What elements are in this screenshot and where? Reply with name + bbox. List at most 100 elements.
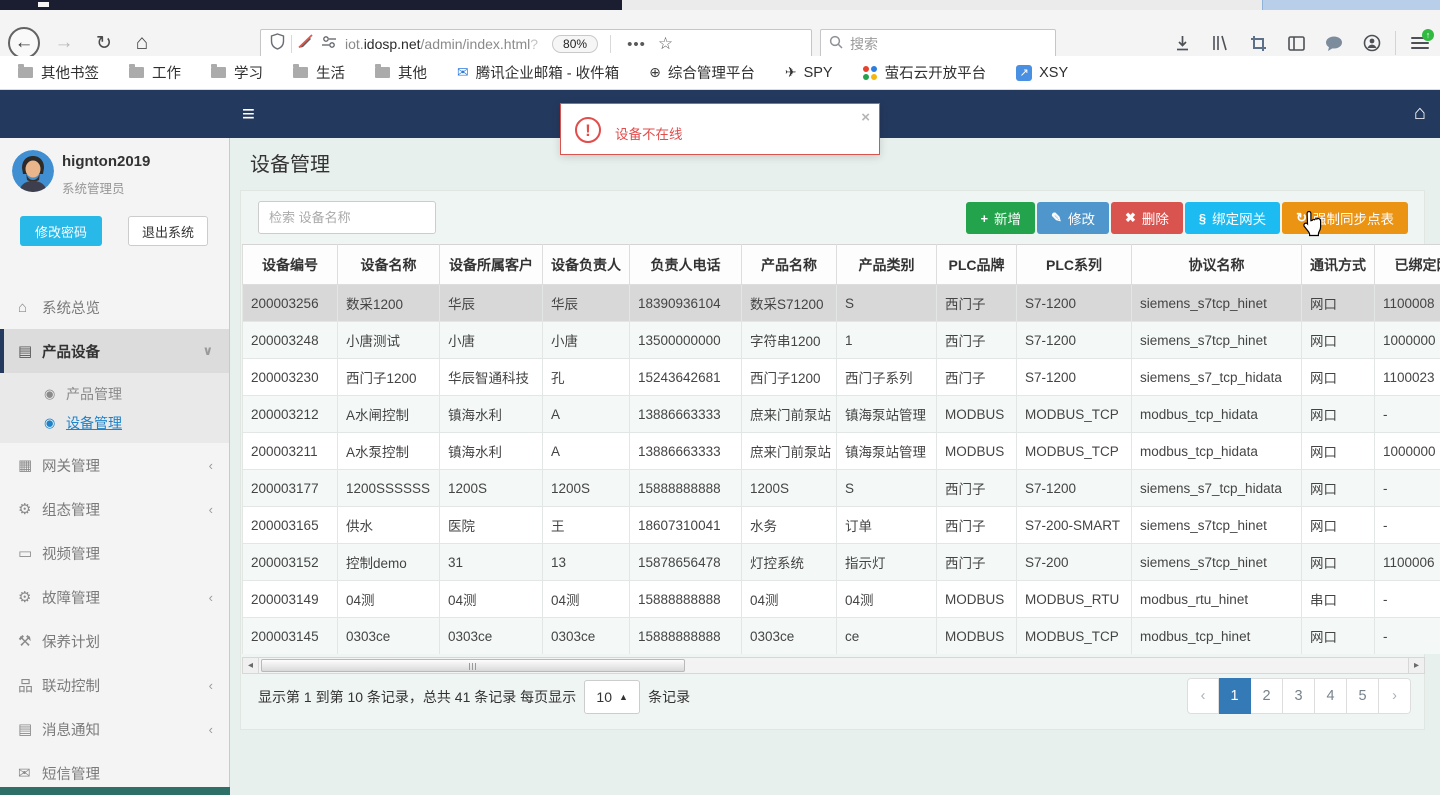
column-header[interactable]: 设备名称 xyxy=(337,244,440,285)
reload-button[interactable]: ↻ xyxy=(88,27,120,59)
bookmark-xsy[interactable]: ↗ XSY xyxy=(1008,60,1076,86)
column-header[interactable]: PLC品牌 xyxy=(936,244,1017,285)
bookmark-spy[interactable]: ✈ SPY xyxy=(777,60,841,86)
pagination-page-2[interactable]: 2 xyxy=(1251,678,1283,714)
search-bar[interactable]: 搜索 xyxy=(820,29,1056,59)
scrollbar-thumb[interactable] xyxy=(261,659,685,672)
column-header[interactable]: PLC系列 xyxy=(1016,244,1132,285)
sidebar-subitem-product-management[interactable]: ◉ 产品管理 xyxy=(0,379,229,408)
column-header[interactable]: 协议名称 xyxy=(1131,244,1302,285)
delete-button[interactable]: ✖ 删除 xyxy=(1110,202,1183,234)
sidebar-item-system-overview[interactable]: ⌂ 系统总览 xyxy=(0,285,229,329)
table-row[interactable]: 200003165 供水 医院王 18607310041 水务 订单 西门子 S7-200-S… xyxy=(242,506,1440,544)
sidebar-item-product-device[interactable]: ▤ 产品设备 ∨ xyxy=(0,329,229,373)
page-actions-icon[interactable]: ••• xyxy=(627,36,646,53)
column-header[interactable]: 设备所属客户 xyxy=(439,244,543,285)
sidebar-collapse-icon[interactable]: ≡ xyxy=(242,101,255,127)
sidebar-bottom-strip xyxy=(0,787,230,795)
downloads-icon[interactable] xyxy=(1163,28,1201,58)
bookmark-star-icon[interactable]: ☆ xyxy=(658,34,673,54)
active-tab[interactable] xyxy=(0,0,622,10)
sidebar-item-linkage-control[interactable]: 品联动控制 ‹ xyxy=(0,663,229,707)
pagination-page-3[interactable]: 3 xyxy=(1283,678,1315,714)
table-cell: 小唐测试 xyxy=(337,321,440,359)
scroll-right-arrow[interactable]: ▸ xyxy=(1408,658,1424,673)
device-search-input[interactable] xyxy=(258,201,436,234)
table-cell: 字符串1200 xyxy=(741,321,837,359)
column-header[interactable]: 通讯方式 xyxy=(1301,244,1375,285)
sidebar-item-label: 系统总览 xyxy=(42,300,100,317)
permissions-icon[interactable] xyxy=(321,35,337,54)
screenshot-crop-icon[interactable] xyxy=(1239,28,1277,58)
bind-gateway-button[interactable]: § 绑定网关 xyxy=(1184,202,1281,234)
sidebar-item-gateway-management[interactable]: ▦ 网关管理 ‹ xyxy=(0,443,229,487)
alert-close-icon[interactable]: × xyxy=(861,109,870,126)
table-row[interactable]: 200003212 A水闸控制 镇海水利 A 13886663333 庶来门前泵站 镇海泵站… xyxy=(242,395,1440,433)
sidebar-subitem-label: 设备管理 xyxy=(66,414,122,431)
horizontal-scrollbar[interactable]: ◂ ▸ xyxy=(242,657,1425,674)
column-header[interactable]: 已绑定网关 xyxy=(1374,244,1440,285)
bookmark-ys-cloud[interactable]: 萤石云开放平台 xyxy=(855,60,995,86)
pencil-slash-icon[interactable] xyxy=(298,34,315,54)
update-badge-icon: ↑ xyxy=(1422,29,1434,41)
table-row[interactable]: 200003256 数采1200 华辰 华辰 18390936104 数采S71200 S 西… xyxy=(242,284,1440,322)
bookmark-work[interactable]: 工作 xyxy=(121,60,189,86)
sidebar-toggle-icon[interactable] xyxy=(1277,28,1315,58)
url-bar[interactable]: iot.idosp.net/admin/index.html? 80% ••• … xyxy=(260,29,812,59)
sidebar-subitem-device-management[interactable]: ◉ 设备管理 xyxy=(0,408,229,437)
column-header[interactable]: 产品名称 xyxy=(741,244,837,285)
change-password-button[interactable]: 修改密码 xyxy=(20,216,102,246)
browser-home-button[interactable]: ⌂ xyxy=(126,27,158,59)
column-header[interactable]: 产品类别 xyxy=(836,244,937,285)
app-home-icon[interactable]: ⌂ xyxy=(1414,102,1426,125)
table-row[interactable]: 200003145 0303ce 0303ce 0303ce 15888888888 03… xyxy=(242,617,1440,654)
force-sync-button[interactable]: ↻ 强制同步点表 xyxy=(1282,202,1408,234)
bookmark-admin-platform[interactable]: ⊕ 综合管理平台 xyxy=(641,60,763,86)
table-row[interactable]: 200003177 1200SSSSSS 1200S 1200S 15888888888… xyxy=(242,469,1440,507)
bookmark-tencent-mail[interactable]: ✉ 腾讯企业邮箱 - 收件箱 xyxy=(449,60,627,86)
bookmarks-bar: 其他书签 工作 学习 生活 其他 ✉ 腾讯企业邮箱 - 收件箱 ⊕ 综合管理平台 ✈ SPY 萤石云开… xyxy=(0,56,1440,90)
table-row[interactable]: 200003211 A水泵控制 镇海水利 A 13886663333 庶来门前泵站 镇海泵站… xyxy=(242,432,1440,470)
pagination-page-4[interactable]: 4 xyxy=(1315,678,1347,714)
pagination-page-5[interactable]: 5 xyxy=(1347,678,1379,714)
pagination-next[interactable]: › xyxy=(1379,678,1411,714)
add-button[interactable]: + 新增 xyxy=(966,202,1036,234)
xsy-icon: ↗ xyxy=(1016,64,1033,81)
shield-icon[interactable] xyxy=(270,33,285,55)
edit-button[interactable]: ✎ 修改 xyxy=(1037,202,1109,234)
logout-button[interactable]: 退出系统 xyxy=(128,216,208,246)
table-cell: 18607310041 xyxy=(629,506,742,544)
table-row[interactable]: 200003149 04测 04测 04测 15888888888 04测 04测 MODBU… xyxy=(242,580,1440,618)
forward-button[interactable]: → xyxy=(48,27,80,59)
account-icon[interactable] xyxy=(1353,28,1391,58)
page-size-select[interactable]: 10 ▲ xyxy=(584,680,641,714)
pagination-prev[interactable]: ‹ xyxy=(1187,678,1219,714)
back-button[interactable]: ← xyxy=(8,27,40,59)
sidebar-item-maintenance-plan[interactable]: ⚒ 保养计划 xyxy=(0,619,229,663)
browser-tab-strip[interactable] xyxy=(0,0,1440,10)
pagination-page-1[interactable]: 1 xyxy=(1219,678,1251,714)
sidebar-item-fault-management[interactable]: ⚙ 故障管理 ‹ xyxy=(0,575,229,619)
table-row[interactable]: 200003248 小唐测试 小唐 小唐 13500000000 字符串1200 1 西门子 S… xyxy=(242,321,1440,359)
table-row[interactable]: 200003152 控制demo 31 13 15878656478 灯控系统 指示灯 西门子… xyxy=(242,543,1440,581)
inactive-tab[interactable] xyxy=(1262,0,1440,10)
column-header[interactable]: 设备负责人 xyxy=(542,244,630,285)
library-icon[interactable] xyxy=(1201,28,1239,58)
zoom-level-badge[interactable]: 80% xyxy=(552,35,599,53)
table-row[interactable]: 200003230 西门子1200 华辰智通科技孔 15243642681 西门子120… xyxy=(242,358,1440,396)
column-header[interactable]: 设备编号 xyxy=(242,244,338,285)
bookmark-life[interactable]: 生活 xyxy=(285,60,353,86)
url-text[interactable]: iot.idosp.net/admin/index.html? xyxy=(345,36,538,52)
pocket-icon[interactable] xyxy=(1315,28,1353,58)
bookmark-misc[interactable]: 其他 xyxy=(367,60,435,86)
scroll-left-arrow[interactable]: ◂ xyxy=(243,658,259,673)
avatar[interactable] xyxy=(12,150,54,192)
table-cell: 网口 xyxy=(1301,506,1375,544)
bookmark-other-bookmarks[interactable]: 其他书签 xyxy=(10,60,107,86)
column-header[interactable]: 负责人电话 xyxy=(629,244,742,285)
sidebar-item-video-management[interactable]: ▭ 视频管理 xyxy=(0,531,229,575)
sidebar-item-scada-management[interactable]: ⚙ 组态管理 ‹ xyxy=(0,487,229,531)
bookmark-study[interactable]: 学习 xyxy=(203,60,271,86)
menu-hamburger-icon[interactable]: ↑ xyxy=(1400,28,1440,58)
sidebar-item-message-notify[interactable]: ▤ 消息通知 ‹ xyxy=(0,707,229,751)
